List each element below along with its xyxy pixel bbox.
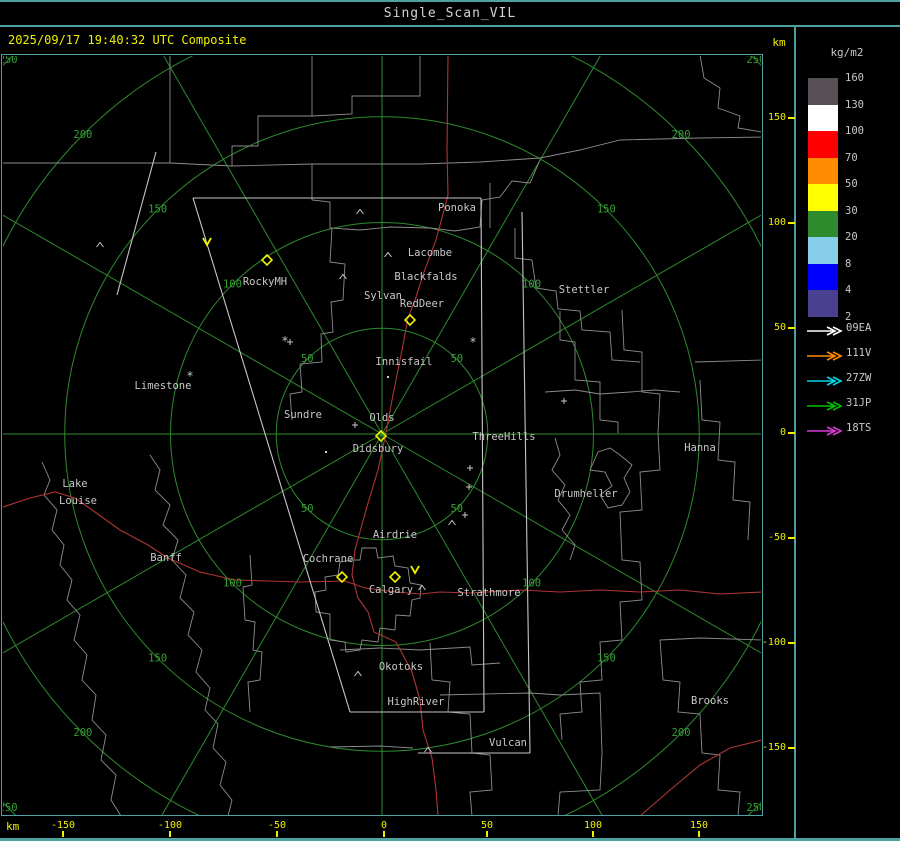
track-id-label: 18TS — [846, 422, 872, 434]
title-separator-line — [0, 25, 900, 27]
right-axis-tick — [788, 747, 795, 749]
radar-viewer-window: { "title_bar": { "title": "Single_Scan_V… — [0, 0, 900, 841]
track-arrow-icon — [806, 347, 844, 361]
colorbar-swatch — [808, 237, 838, 264]
colorbar-unit-label: kg/m2 — [830, 46, 864, 59]
bottom-axis-tick — [62, 831, 64, 837]
bottom-axis-tick-label: -50 — [267, 820, 287, 831]
colorbar-value-label: 100 — [845, 125, 864, 137]
track-id-label: 111V — [846, 347, 872, 359]
bottom-axis-tick-label: 100 — [583, 820, 603, 831]
track-arrow-icon — [806, 322, 844, 336]
colorbar-swatch — [808, 78, 838, 105]
right-axis-tick — [788, 327, 795, 329]
colorbar-swatch — [808, 210, 838, 238]
colorbar-value-label: 2 — [845, 310, 852, 323]
track-id-label: 27ZW — [846, 372, 872, 384]
right-axis-tick-label: 50 — [773, 322, 786, 333]
bottom-axis-tick — [592, 831, 594, 837]
right-axis-tick-label: -100 — [761, 637, 786, 648]
colorbar-swatch — [808, 131, 838, 158]
track-arrow-icon — [806, 397, 844, 411]
colorbar-value-label: 160 — [845, 72, 864, 84]
colorbar-value-label: 30 — [845, 204, 858, 217]
colorbar-swatch — [808, 290, 838, 317]
radar-map-viewport[interactable] — [1, 54, 763, 816]
right-axis-unit-label: km — [772, 36, 786, 49]
right-axis-tick-label: -50 — [767, 532, 786, 543]
bottom-axis-tick — [276, 831, 278, 837]
track-arrow-icon — [806, 372, 844, 386]
right-axis-tick-label: 0 — [779, 427, 786, 438]
track-arrow-icon — [806, 422, 844, 436]
bottom-axis-tick-label: 150 — [689, 820, 709, 831]
bottom-axis-tick — [383, 831, 385, 837]
colorbar-value-label: 50 — [845, 178, 858, 190]
track-id-label: 09EA — [846, 322, 872, 334]
colorbar-swatch — [808, 104, 838, 132]
right-axis-tick — [788, 537, 795, 539]
colorbar-value-label: 8 — [845, 257, 852, 270]
right-axis-tick-label: -150 — [761, 742, 786, 753]
legend-panel-divider — [794, 27, 796, 841]
bottom-axis-tick-label: 50 — [480, 820, 494, 831]
colorbar-value-label: 70 — [845, 151, 858, 164]
colorbar-swatch — [808, 157, 838, 185]
right-axis-tick-label: 150 — [767, 112, 786, 123]
bottom-axis-unit-label: km — [6, 820, 20, 833]
bottom-axis-tick-label: 0 — [380, 820, 388, 831]
colorbar-value-label: 20 — [845, 231, 858, 243]
right-axis-tick — [788, 117, 795, 119]
colorbar-swatch — [808, 263, 838, 291]
right-axis-tick — [788, 222, 795, 224]
bottom-axis-tick-label: -150 — [50, 820, 76, 831]
bottom-axis-tick — [486, 831, 488, 837]
colorbar-swatch — [808, 184, 838, 211]
right-axis-tick — [788, 432, 795, 434]
top-border-line — [0, 0, 900, 2]
bottom-axis-tick-label: -100 — [157, 820, 183, 831]
track-id-label: 31JP — [846, 397, 872, 409]
window-title: Single_Scan_VIL — [383, 6, 517, 21]
right-axis-tick-label: 100 — [767, 217, 786, 228]
timestamp-label: 2025/09/17 19:40:32 UTC Composite — [8, 33, 247, 47]
colorbar-value-label: 130 — [845, 98, 864, 111]
right-axis-tick — [788, 642, 795, 644]
bottom-axis-tick — [169, 831, 171, 837]
bottom-axis-tick — [698, 831, 700, 837]
colorbar-value-label: 4 — [845, 284, 852, 296]
